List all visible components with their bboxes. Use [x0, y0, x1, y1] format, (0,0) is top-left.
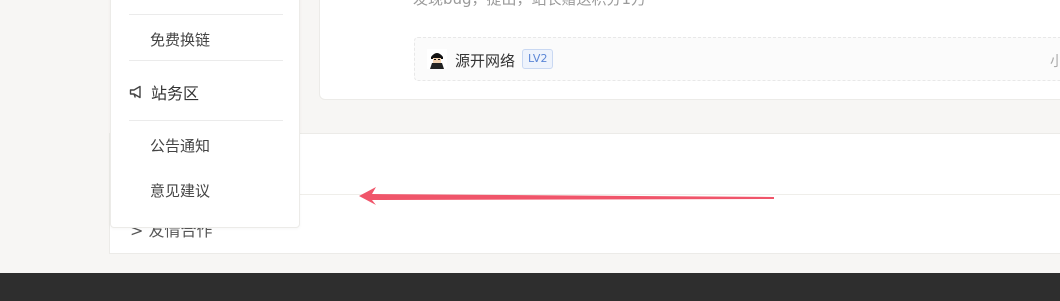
annotation-arrow [359, 187, 774, 205]
footer-bar [0, 273, 1060, 301]
